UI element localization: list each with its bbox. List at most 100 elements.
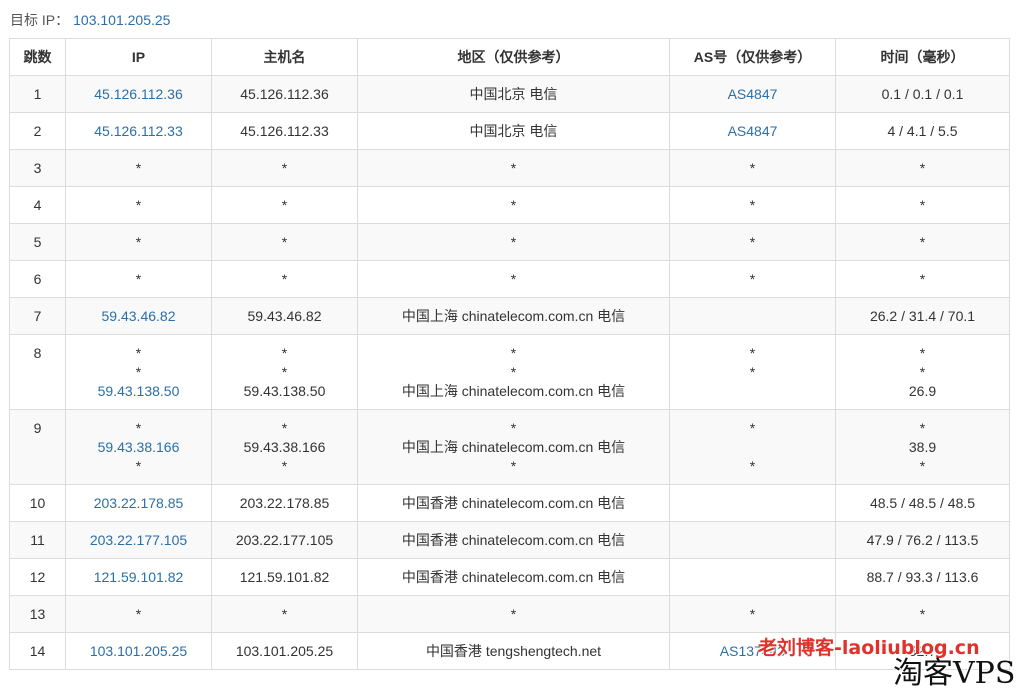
as-value — [670, 438, 835, 457]
time-cell: 0.1 / 0.1 / 0.1 — [835, 75, 1010, 113]
hop-cell: 14 — [9, 632, 66, 670]
region-value: * — [510, 420, 517, 436]
region-cell: * * 中国上海 chinatelecom.com.cn 电信 — [357, 334, 670, 410]
hostname-cell: 103.101.205.25 — [211, 632, 358, 670]
as-value[interactable]: AS4847 — [670, 122, 835, 141]
time-value: 4 / 4.1 / 5.5 — [887, 123, 958, 139]
as-value: * — [749, 234, 756, 250]
region-cell: 中国香港 chinatelecom.com.cn 电信 — [357, 484, 670, 522]
hop-cell: 5 — [9, 223, 66, 261]
time-value: * — [919, 345, 926, 361]
ip-value[interactable]: 103.101.205.25 — [66, 642, 211, 661]
ip-value[interactable]: 59.43.138.50 — [66, 382, 211, 401]
ip-value[interactable]: 121.59.101.82 — [66, 568, 211, 587]
as-cell: AS4847 — [669, 112, 836, 150]
as-cell: * — [669, 260, 836, 298]
ip-value[interactable]: 59.43.38.166 — [66, 438, 211, 457]
as-cell — [669, 521, 836, 559]
table-row: 1 45.126.112.36 45.126.112.36 中国北京 电信 AS4847… — [9, 75, 1010, 113]
as-value — [670, 382, 835, 401]
as-value: * — [749, 364, 756, 380]
time-value: * — [919, 160, 926, 176]
ip-value: * — [135, 271, 142, 287]
region-value: 中国上海 chinatelecom.com.cn 电信 — [401, 308, 626, 324]
region-value: 中国上海 chinatelecom.com.cn 电信 — [401, 439, 626, 455]
ip-cell: * — [65, 260, 212, 298]
ip-value[interactable]: 203.22.178.85 — [66, 494, 211, 513]
hostname-cell: 121.59.101.82 — [211, 558, 358, 596]
col-header-ip: IP — [65, 38, 212, 76]
ip-value: * — [135, 345, 142, 361]
hop-number: 12 — [29, 569, 46, 585]
target-ip-value[interactable]: 103.101.205.25 — [73, 12, 170, 28]
ip-value[interactable]: 59.43.46.82 — [66, 307, 211, 326]
hop-number: 13 — [29, 606, 46, 622]
hostname-cell: 45.126.112.33 — [211, 112, 358, 150]
ip-value[interactable]: 45.126.112.33 — [66, 122, 211, 141]
time-cell: * 38.9 * — [835, 409, 1010, 485]
ip-value: * — [135, 458, 142, 474]
hop-cell: 9 — [9, 409, 66, 485]
hop-cell: 8 — [9, 334, 66, 410]
as-cell: * — [669, 595, 836, 633]
time-cell: * — [835, 186, 1010, 224]
time-value: 38.9 — [908, 439, 937, 455]
time-value: * — [919, 234, 926, 250]
hop-number: 5 — [33, 234, 42, 250]
ip-value: * — [135, 234, 142, 250]
table-row: 10 203.22.178.85 203.22.178.85 中国香港 chinate… — [9, 484, 1010, 522]
ip-value[interactable]: 45.126.112.36 — [66, 85, 211, 104]
target-ip-label: 目标 IP： — [10, 12, 70, 28]
region-value: * — [510, 364, 517, 380]
time-cell: * — [835, 149, 1010, 187]
hop-cell: 13 — [9, 595, 66, 633]
ip-cell: 121.59.101.82 — [65, 558, 212, 596]
time-value: 26.9 — [908, 383, 937, 399]
hostname-cell: 203.22.178.85 — [211, 484, 358, 522]
host-value: * — [281, 458, 288, 474]
hostname-cell: 59.43.46.82 — [211, 297, 358, 335]
as-value — [670, 568, 835, 587]
ip-value[interactable]: 203.22.177.105 — [66, 531, 211, 550]
table-row: 7 59.43.46.82 59.43.46.82 中国上海 chinatelecom… — [9, 297, 1010, 335]
hop-number: 2 — [33, 123, 42, 139]
region-value: 中国北京 电信 — [469, 86, 558, 102]
hop-cell: 10 — [9, 484, 66, 522]
region-value: * — [510, 271, 517, 287]
region-value: * — [510, 606, 517, 622]
as-value: * — [749, 345, 756, 361]
time-cell: 47.9 / 76.2 / 113.5 — [835, 521, 1010, 559]
time-cell: * * 26.9 — [835, 334, 1010, 410]
time-cell: * — [835, 223, 1010, 261]
host-value: 45.126.112.36 — [240, 86, 329, 102]
ip-cell: * — [65, 595, 212, 633]
ip-value: * — [135, 364, 142, 380]
hostname-cell: * — [211, 223, 358, 261]
time-value: * — [919, 271, 926, 287]
hop-cell: 1 — [9, 75, 66, 113]
table-row: 9 * 59.43.38.166 * * 59.43.38.166 * * 中国上海 china… — [9, 409, 1010, 485]
table-body: 1 45.126.112.36 45.126.112.36 中国北京 电信 AS4847… — [9, 75, 1010, 670]
time-value: * — [919, 197, 926, 213]
as-value: * — [749, 458, 756, 474]
as-value: * — [749, 160, 756, 176]
hop-number: 7 — [33, 308, 42, 324]
host-value: 203.22.178.85 — [239, 495, 330, 511]
hop-number: 14 — [29, 643, 46, 659]
hostname-cell: * 59.43.38.166 * — [211, 409, 358, 485]
as-value — [670, 531, 835, 550]
region-cell: 中国北京 电信 — [357, 75, 670, 113]
col-header-hostname: 主机名 — [211, 38, 358, 76]
time-cell: 48.5 / 48.5 / 48.5 — [835, 484, 1010, 522]
ip-cell: 203.22.177.105 — [65, 521, 212, 559]
time-value: 26.2 / 31.4 / 70.1 — [869, 308, 976, 324]
hop-number: 3 — [33, 160, 42, 176]
region-value: * — [510, 160, 517, 176]
ip-cell: * 59.43.38.166 * — [65, 409, 212, 485]
ip-value: * — [135, 606, 142, 622]
host-value: * — [281, 345, 288, 361]
time-value: * — [919, 364, 926, 380]
as-value[interactable]: AS4847 — [670, 85, 835, 104]
as-cell: * — [669, 223, 836, 261]
as-cell: * — [669, 186, 836, 224]
